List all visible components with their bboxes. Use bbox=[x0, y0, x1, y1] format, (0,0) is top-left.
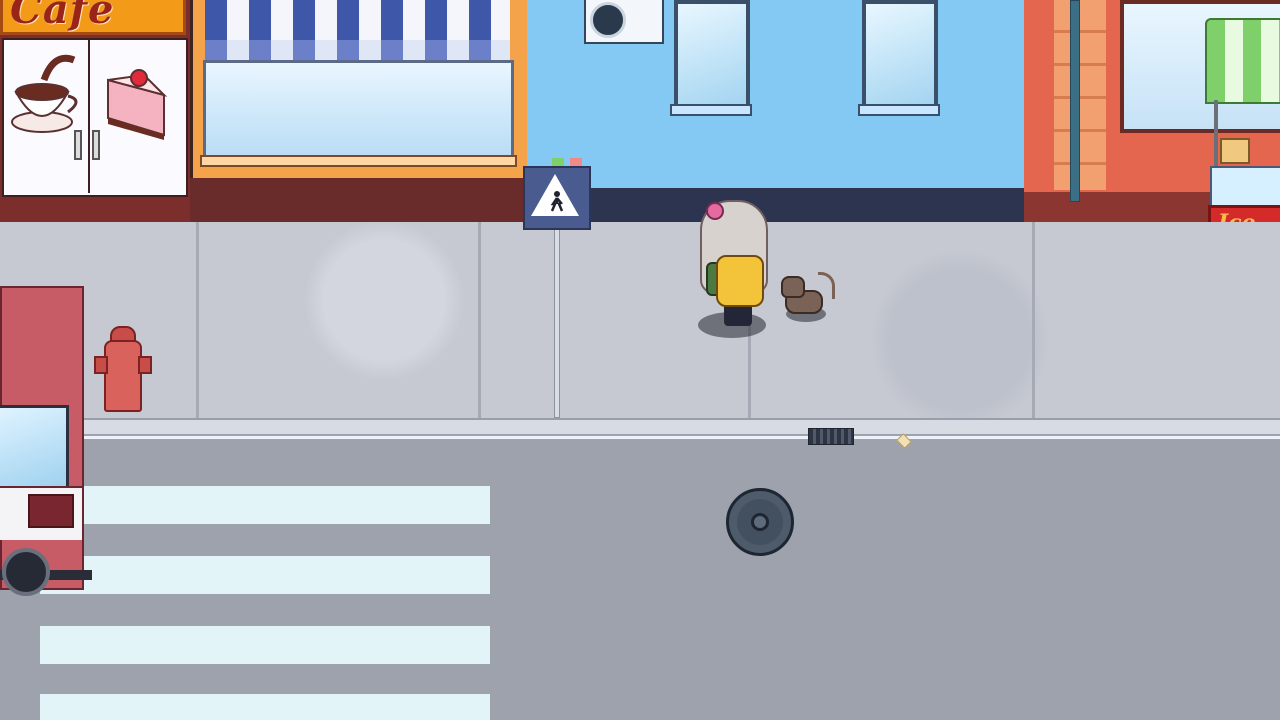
brick-column bbox=[1054, 0, 1106, 190]
awning-shade bbox=[205, 40, 510, 60]
player-jacket bbox=[716, 255, 764, 307]
ice-cream-umbrella bbox=[1205, 18, 1280, 104]
window-sill-right bbox=[858, 104, 940, 116]
sidewalk-slab-joint bbox=[196, 222, 199, 418]
truck-grille bbox=[28, 494, 74, 528]
storm-drain-grate bbox=[808, 428, 854, 445]
cafe-sign-text: Cafe bbox=[10, 0, 115, 33]
cake-slice-icon bbox=[107, 69, 168, 140]
player-hair-bow bbox=[706, 202, 724, 220]
cafe-door-handle-right bbox=[92, 130, 100, 160]
cafe-door-handle-left bbox=[74, 130, 82, 160]
crosswalk-stripe bbox=[40, 486, 490, 524]
crosswalk-stripe bbox=[40, 626, 490, 664]
sign-red-light bbox=[570, 158, 582, 166]
fire-hydrant-valve-right bbox=[138, 356, 152, 374]
striped-awning bbox=[205, 0, 510, 44]
blue-building-window-right bbox=[862, 0, 938, 116]
cafe-decal-icons bbox=[11, 54, 168, 140]
cafe-door-divider bbox=[88, 38, 90, 193]
shop-window bbox=[203, 60, 514, 161]
shop-window-sill bbox=[200, 155, 517, 167]
drain-pipe-brick bbox=[1070, 0, 1080, 202]
ice-cream-umbrella-pole bbox=[1214, 100, 1218, 170]
sidewalk-slab-joint bbox=[478, 222, 481, 418]
crosswalk-stripe bbox=[40, 556, 490, 594]
road-edge-line bbox=[80, 436, 1280, 439]
sign-green-light bbox=[552, 158, 564, 166]
sidewalk[interactable] bbox=[0, 222, 1280, 418]
cat-head bbox=[781, 276, 805, 298]
coffee-cup-icon bbox=[11, 54, 78, 133]
blue-building-window-left bbox=[674, 0, 750, 116]
truck-windshield bbox=[0, 405, 69, 489]
sidewalk-slab-joint bbox=[1032, 222, 1035, 418]
ice-cream-price-tag bbox=[1220, 138, 1250, 164]
cafe-window bbox=[2, 38, 188, 197]
crosswalk-stripe bbox=[40, 694, 490, 720]
shop-base-wall bbox=[190, 178, 527, 222]
window-sill-left bbox=[670, 104, 752, 116]
sign-pole bbox=[554, 222, 560, 418]
fire-hydrant-valve-left bbox=[94, 356, 108, 374]
ice-cream-display-case[interactable] bbox=[1210, 166, 1280, 210]
manhole-center bbox=[751, 513, 769, 531]
game-scene: Cafe bbox=[0, 0, 1280, 720]
pedestrian-glyph-icon bbox=[546, 190, 568, 217]
truck-wheel bbox=[2, 548, 50, 596]
fire-hydrant-icon[interactable] bbox=[104, 340, 142, 412]
blue-building-base bbox=[540, 188, 1024, 222]
ac-fan-icon bbox=[590, 2, 626, 38]
